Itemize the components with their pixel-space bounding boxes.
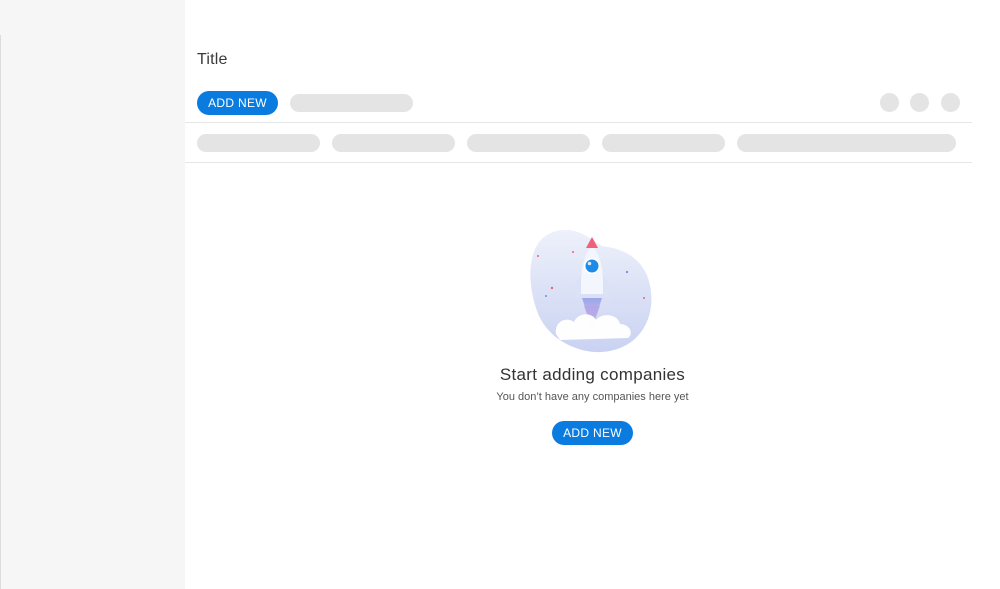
header-divider: [185, 162, 972, 163]
empty-state-subtitle: You don’t have any companies here yet: [496, 391, 689, 403]
toolbar-placeholder: [290, 94, 413, 112]
empty-state: Start adding companies You don’t have an…: [185, 225, 1000, 455]
column-header-placeholder: [737, 134, 956, 152]
page-title: Title: [197, 51, 228, 68]
toolbar-divider: [185, 122, 972, 123]
toolbar-action-placeholder[interactable]: [941, 93, 960, 112]
column-header-placeholder: [197, 134, 320, 152]
empty-state-title: Start adding companies: [499, 365, 686, 384]
toolbar-action-placeholder[interactable]: [910, 93, 929, 112]
sidebar-edge: [0, 35, 1, 589]
column-header-placeholder: [332, 134, 455, 152]
main-content: Title ADD NEW Start adding companies You…: [185, 0, 1000, 589]
empty-state-add-button[interactable]: ADD NEW: [552, 421, 633, 445]
add-new-button[interactable]: ADD NEW: [197, 91, 278, 115]
column-header-placeholder: [467, 134, 590, 152]
sidebar: [0, 0, 185, 589]
toolbar-action-placeholder[interactable]: [880, 93, 899, 112]
column-header-placeholder: [602, 134, 725, 152]
rocket-launch-icon: [530, 229, 652, 353]
